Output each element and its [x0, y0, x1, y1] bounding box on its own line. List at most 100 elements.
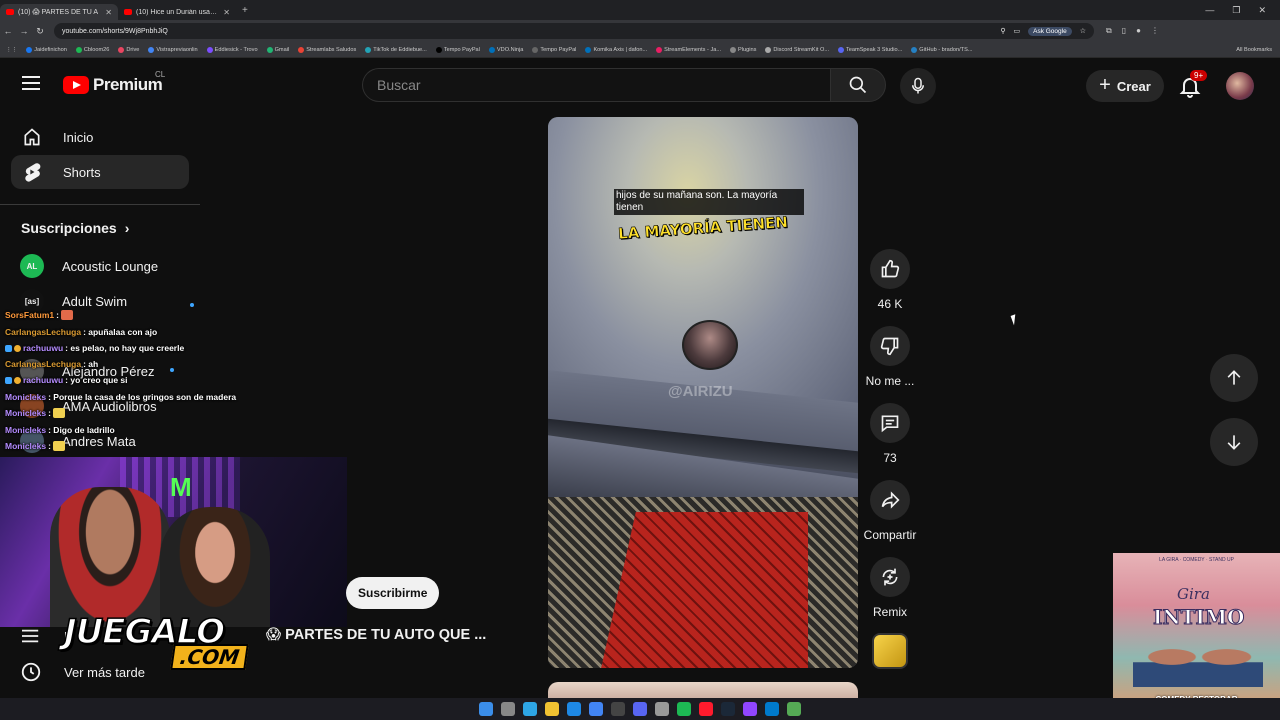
subscribe-button[interactable]: Suscribirme — [346, 577, 440, 609]
taskbar-app-icon[interactable] — [787, 702, 801, 716]
close-window-icon[interactable]: ✕ — [1258, 5, 1266, 16]
bookmark-star-icon[interactable]: ☆ — [1080, 27, 1086, 35]
forward-icon[interactable]: → — [16, 26, 32, 36]
browser-menu-icon[interactable]: ⋮ — [1151, 26, 1159, 36]
hamburger-menu-icon[interactable] — [22, 76, 40, 90]
poster-people-image — [1133, 637, 1263, 687]
bookmark-favicon-icon — [365, 46, 372, 53]
bookmark-item[interactable]: VDO.Ninja — [488, 46, 524, 53]
all-bookmarks-button[interactable]: All Bookmarks — [1236, 47, 1280, 53]
profile-icon[interactable]: ● — [1136, 26, 1141, 36]
bookmark-item[interactable]: Tempo PayPal — [532, 46, 576, 53]
account-avatar[interactable] — [1226, 72, 1254, 100]
taskbar-app-icon[interactable] — [655, 702, 669, 716]
taskbar-twitch-icon[interactable] — [743, 702, 757, 716]
bookmark-item[interactable]: TeamSpeak 3 Studio... — [838, 46, 902, 53]
chat-badge-icon — [5, 344, 12, 352]
extensions-icon[interactable]: ⧉ — [1106, 26, 1112, 36]
channel-name: Andres Mata — [62, 433, 136, 449]
video-title[interactable]: 😱 PARTES DE TU AUTO QUE ... — [266, 627, 486, 643]
microphone-icon — [912, 77, 924, 94]
subscriptions-header[interactable]: Suscripciones › — [21, 220, 129, 236]
taskbar-start-icon[interactable] — [479, 702, 493, 716]
comments-button[interactable] — [870, 403, 910, 443]
share-action: Compartir — [864, 480, 916, 542]
chat-text: : Porque la casa de los gringos son de m… — [48, 392, 237, 402]
taskbar-edge-icon[interactable] — [523, 702, 537, 716]
apps-icon[interactable]: ⋮⋮ — [6, 47, 17, 53]
bookmark-item[interactable]: Jaidefinichon — [26, 46, 67, 53]
taskbar-spotify-icon[interactable] — [677, 702, 691, 716]
share-button[interactable] — [870, 480, 910, 520]
taskbar-obs-icon[interactable] — [611, 702, 625, 716]
tab-title: (10) Hice un Durián usando un — [136, 8, 219, 16]
zoom-icon[interactable]: ⚲ — [1000, 27, 1005, 35]
brand-sub: .COM — [170, 644, 250, 670]
taskbar-steam-icon[interactable] — [721, 702, 735, 716]
taskbar-vscode-icon[interactable] — [765, 702, 779, 716]
chat-text: : apuñalaa con ajo — [83, 327, 158, 337]
sidebar-item-inicio[interactable]: Inicio — [11, 120, 189, 154]
shorts-player[interactable]: @AIRIZU hijos de su mañana son. La mayor… — [548, 117, 858, 668]
cast-icon[interactable]: ▭ — [1013, 27, 1020, 35]
bookmark-item[interactable]: TikTok de Eddiebue... — [365, 46, 427, 53]
search-input[interactable] — [362, 68, 830, 102]
bookmark-item[interactable]: Eddiesick - Trovo — [206, 46, 258, 53]
tab-close-icon[interactable]: ✕ — [223, 8, 230, 17]
bookmark-item[interactable]: Cbloom26 — [75, 46, 109, 53]
dislike-button[interactable] — [870, 326, 910, 366]
new-tab-icon[interactable]: + — [242, 5, 248, 16]
previous-short-button[interactable] — [1210, 354, 1258, 402]
bookmark-item[interactable]: GitHub - bradon/TS... — [911, 46, 972, 53]
sidebar-item-shorts[interactable]: Shorts — [11, 155, 189, 189]
bookmark-favicon-icon — [298, 46, 305, 53]
maximize-icon[interactable]: ❐ — [1232, 5, 1240, 16]
bookmark-item[interactable]: Streamlabs Saludos — [298, 46, 356, 53]
bookmark-item[interactable]: Drive — [118, 46, 139, 53]
browser-tab-active[interactable]: (10) 😱 PARTES DE TU A ✕ — [0, 4, 118, 20]
taskbar-discord-icon[interactable] — [633, 702, 647, 716]
bookmark-item[interactable]: Tempo PayPal — [435, 46, 480, 53]
taskbar-search-icon[interactable] — [501, 702, 515, 716]
taskbar-explorer-icon[interactable] — [545, 702, 559, 716]
like-button[interactable] — [870, 249, 910, 289]
tab-close-icon[interactable]: ✕ — [105, 8, 112, 17]
next-short-button[interactable] — [1210, 418, 1258, 466]
bookmark-item[interactable]: StreamElements - Ja... — [656, 46, 721, 53]
voice-search-button[interactable] — [900, 68, 936, 104]
bookmark-label: Jaidefinichon — [34, 46, 67, 53]
subscription-item[interactable]: AL Acoustic Lounge — [20, 254, 158, 278]
bookmark-item[interactable]: Vistrapreviaonlin — [148, 46, 198, 53]
url-text: youtube.com/shorts/9Wj8PnbhJiQ — [62, 27, 168, 35]
chat-text: : Digo de ladrillo — [48, 425, 115, 435]
sidepanel-icon[interactable]: ▯ — [1122, 26, 1126, 36]
share-icon — [881, 491, 900, 509]
youtube-premium-logo[interactable]: Premium — [63, 75, 163, 95]
address-bar[interactable]: youtube.com/shorts/9Wj8PnbhJiQ ⚲ ▭ Ask G… — [54, 23, 1094, 39]
chat-text: : ah — [83, 359, 99, 369]
video-subtitle: hijos de su mañana son. La mayoría tiene… — [614, 189, 804, 215]
poster-top-text: LA GIRA · COMEDY · STAND UP — [1159, 557, 1234, 563]
create-button[interactable]: + Crear — [1086, 70, 1164, 102]
taskbar-opera-icon[interactable] — [699, 702, 713, 716]
clock-icon — [21, 662, 41, 682]
bookmark-item[interactable]: Plugins — [730, 46, 756, 53]
taskbar-chrome-icon[interactable] — [589, 702, 603, 716]
remix-button[interactable] — [870, 557, 910, 597]
ask-google-button[interactable]: Ask Google — [1028, 26, 1072, 36]
browser-tab[interactable]: (10) Hice un Durián usando un ✕ — [118, 4, 236, 20]
bookmark-item[interactable]: Discord StreamKit O... — [765, 46, 829, 53]
comment-count: 73 — [883, 451, 897, 465]
bookmark-label: VDO.Ninja — [496, 46, 524, 53]
taskbar-mail-icon[interactable] — [567, 702, 581, 716]
search-button[interactable] — [830, 68, 886, 102]
bookmark-item[interactable]: Gmail — [266, 46, 289, 53]
bookmark-item[interactable]: Komika Axis | dafon... — [585, 46, 648, 53]
reload-icon[interactable]: ↻ — [32, 26, 48, 37]
audio-track-thumbnail[interactable] — [872, 633, 908, 669]
minimize-icon[interactable]: — — [1205, 5, 1214, 16]
bookmark-favicon-icon — [911, 46, 918, 53]
bookmark-favicon-icon — [435, 46, 442, 53]
bookmark-label: Komika Axis | dafon... — [593, 46, 648, 53]
back-icon[interactable]: ← — [0, 26, 16, 36]
